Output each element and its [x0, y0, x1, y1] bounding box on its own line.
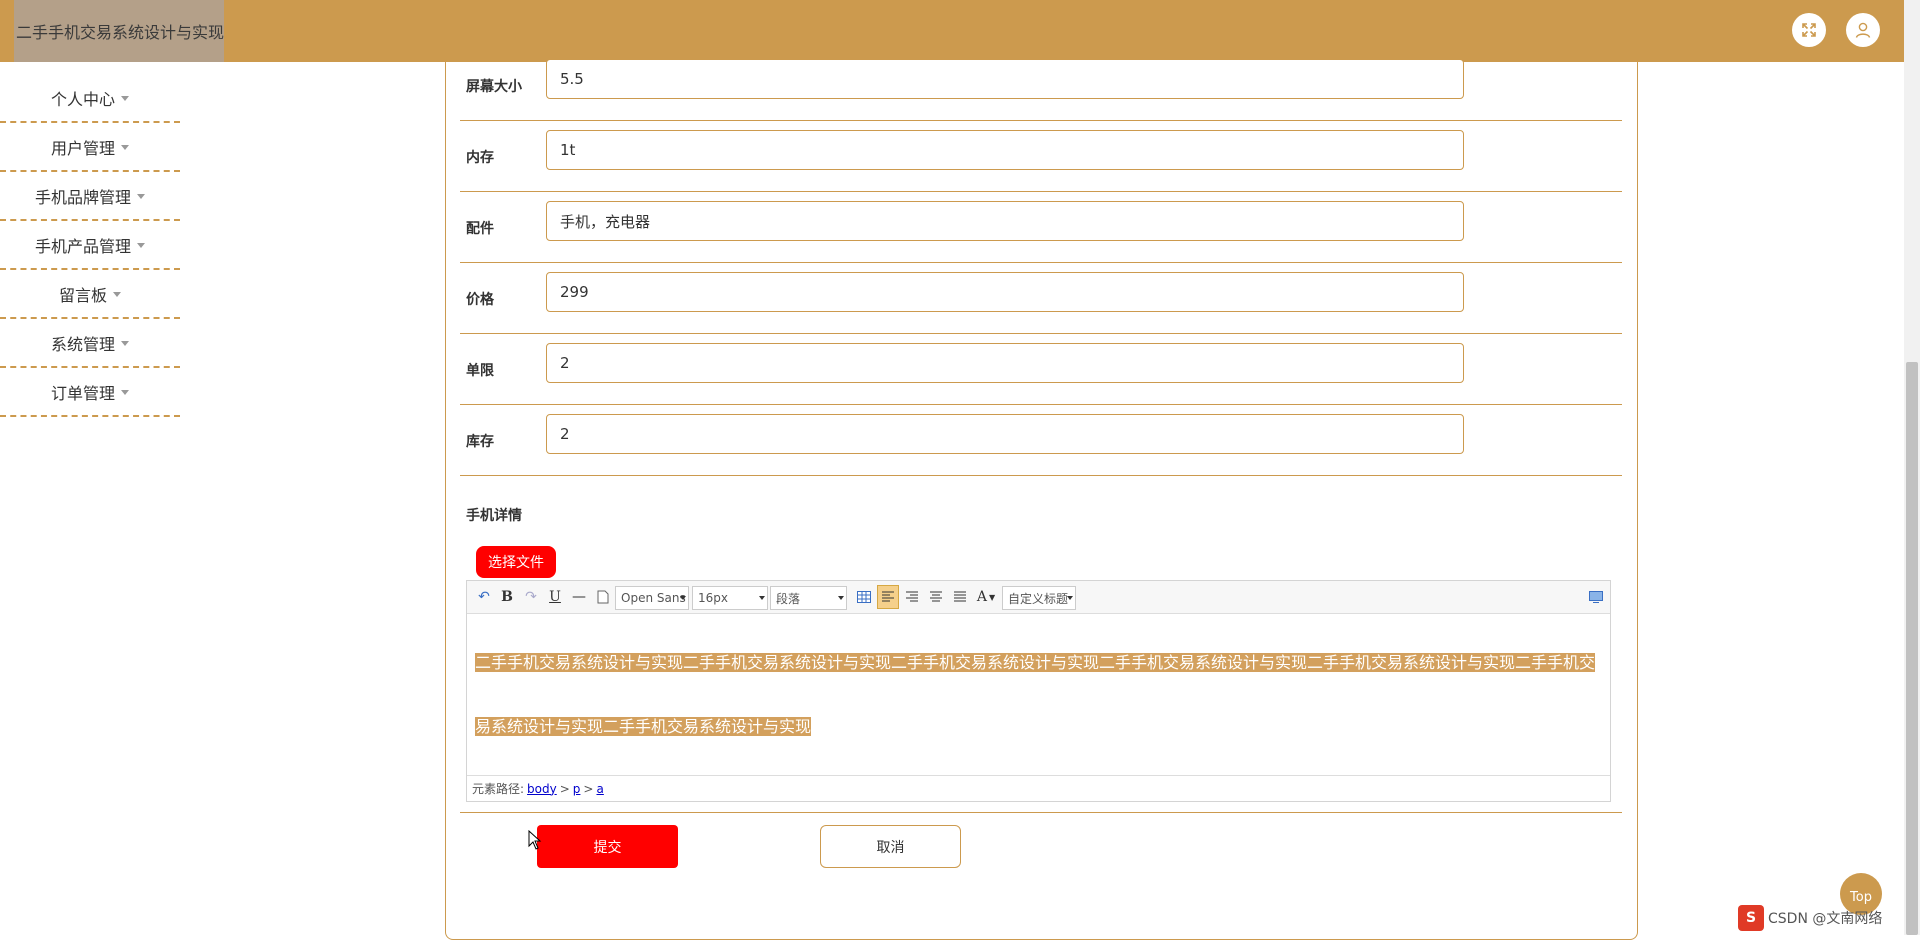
font-family-value: Open Sans	[621, 591, 686, 605]
field-label: 配件	[466, 220, 494, 237]
horizontal-rule-icon[interactable]: —	[571, 587, 587, 607]
form-row-stock: 库存	[460, 405, 1622, 476]
submit-button[interactable]: 提交	[537, 825, 678, 868]
app-title: 二手手机交易系统设计与实现	[14, 0, 224, 62]
dropdown-arrow-icon	[680, 596, 686, 600]
font-size-select[interactable]: 16px	[692, 586, 768, 610]
sidebar-item-order-management[interactable]: 订单管理	[0, 368, 180, 417]
font-family-select[interactable]: Open Sans	[615, 586, 689, 610]
align-center-icon[interactable]	[925, 587, 947, 607]
dropdown-arrow-icon	[838, 596, 844, 600]
screen-size-input[interactable]	[546, 59, 1464, 99]
watermark: S CSDN @文南网络	[1738, 904, 1882, 932]
field-label: 价格	[466, 291, 494, 308]
stock-input[interactable]	[546, 414, 1464, 454]
sidebar-item-label: 手机产品管理	[34, 236, 131, 256]
sidebar-item-system-management[interactable]: 系统管理	[0, 319, 180, 368]
redo-icon[interactable]: ↷	[523, 587, 539, 607]
path-separator: >	[583, 781, 594, 796]
divider	[460, 812, 1622, 813]
table-icon[interactable]	[855, 587, 873, 607]
sidebar-item-label: 订单管理	[50, 383, 115, 403]
price-input[interactable]	[546, 272, 1464, 312]
sidebar-item-personal-center[interactable]: 个人中心	[0, 74, 180, 123]
detail-label: 手机详情	[466, 508, 522, 524]
form-row-accessories: 配件	[460, 192, 1622, 263]
bold-icon[interactable]: B	[499, 587, 515, 607]
element-path-label: 元素路径:	[472, 782, 525, 796]
undo-icon[interactable]: ↶	[475, 587, 493, 607]
caret-down-icon	[137, 243, 145, 248]
editor-line: 易系统设计与实现二手手机交易系统设计与实现	[475, 695, 1603, 759]
rich-text-editor[interactable]: ↶ B ↷ U — Open Sans 16px 段落 A ▼ 自定义标题 二手…	[466, 580, 1611, 802]
caret-down-icon	[121, 96, 129, 101]
field-label: 单限	[466, 362, 494, 379]
dropdown-arrow-icon	[759, 596, 765, 600]
custom-title-value: 自定义标题	[1008, 591, 1069, 606]
field-label: 屏幕大小	[466, 78, 522, 95]
caret-down-icon	[121, 390, 129, 395]
sidebar: 个人中心 用户管理 手机品牌管理 手机产品管理 留言板 系统管理 订单管理	[0, 74, 180, 417]
align-right-icon[interactable]	[901, 587, 923, 607]
highlighted-text: 二手手机交易系统设计与实现二手手机交易系统设计与实现二手手机交易系统设计与实现二…	[475, 653, 1596, 672]
form-row-memory: 内存	[460, 121, 1622, 192]
field-label: 内存	[466, 149, 494, 166]
editor-line: 二手手机交易系统设计与实现二手手机交易系统设计与实现二手手机交易系统设计与实现二…	[475, 631, 1603, 695]
align-left-icon[interactable]	[877, 585, 899, 609]
caret-down-icon	[113, 292, 121, 297]
caret-down-icon	[121, 145, 129, 150]
sidebar-item-user-management[interactable]: 用户管理	[0, 123, 180, 172]
sidebar-item-message-board[interactable]: 留言板	[0, 270, 180, 319]
cancel-button[interactable]: 取消	[820, 825, 961, 868]
form-row-price: 价格	[460, 263, 1622, 334]
custom-title-select[interactable]: 自定义标题	[1002, 586, 1076, 610]
user-button[interactable]	[1846, 13, 1880, 47]
element-path-bar: 元素路径: body > p > a	[467, 775, 1610, 801]
fullscreen-button[interactable]	[1792, 13, 1826, 47]
limit-input[interactable]	[546, 343, 1464, 383]
path-p-link[interactable]: p	[573, 782, 581, 796]
mouse-cursor-icon	[528, 830, 542, 850]
paragraph-value: 段落	[776, 591, 801, 606]
field-label: 库存	[466, 433, 494, 450]
page-icon[interactable]	[595, 587, 611, 607]
font-size-value: 16px	[698, 591, 728, 605]
align-justify-icon[interactable]	[949, 587, 971, 607]
path-a-link[interactable]: a	[596, 782, 603, 796]
preview-icon[interactable]	[1587, 587, 1605, 607]
editor-toolbar: ↶ B ↷ U — Open Sans 16px 段落 A ▼ 自定义标题	[467, 581, 1610, 614]
sidebar-item-label: 留言板	[58, 285, 107, 305]
sidebar-item-product-management[interactable]: 手机产品管理	[0, 221, 180, 270]
watermark-badge: S	[1738, 905, 1764, 931]
form-row-limit: 单限	[460, 334, 1622, 405]
editor-content[interactable]: 二手手机交易系统设计与实现二手手机交易系统设计与实现二手手机交易系统设计与实现二…	[475, 631, 1603, 759]
scrollbar-thumb[interactable]	[1906, 362, 1918, 935]
underline-icon[interactable]: U	[547, 587, 563, 607]
path-body-link[interactable]: body	[527, 782, 557, 796]
user-icon	[1855, 22, 1871, 38]
caret-down-icon	[137, 194, 145, 199]
expand-icon	[1802, 23, 1816, 37]
highlighted-text: 易系统设计与实现二手手机交易系统设计与实现	[475, 717, 812, 736]
accessories-input[interactable]	[546, 201, 1464, 241]
form-row-screen-size: 屏幕大小	[460, 50, 1622, 121]
sidebar-item-label: 个人中心	[50, 89, 115, 109]
dropdown-arrow-icon	[1067, 596, 1073, 600]
sidebar-item-brand-management[interactable]: 手机品牌管理	[0, 172, 180, 221]
watermark-text: CSDN @文南网络	[1768, 911, 1883, 927]
font-color-icon[interactable]: A ▼	[973, 587, 999, 607]
sidebar-item-label: 手机品牌管理	[34, 187, 131, 207]
path-separator: >	[559, 781, 570, 796]
memory-input[interactable]	[546, 130, 1464, 170]
caret-down-icon	[121, 341, 129, 346]
paragraph-select[interactable]: 段落	[770, 586, 847, 610]
choose-file-button[interactable]: 选择文件	[476, 546, 556, 578]
sidebar-item-label: 系统管理	[50, 334, 115, 354]
sidebar-item-label: 用户管理	[50, 138, 115, 158]
